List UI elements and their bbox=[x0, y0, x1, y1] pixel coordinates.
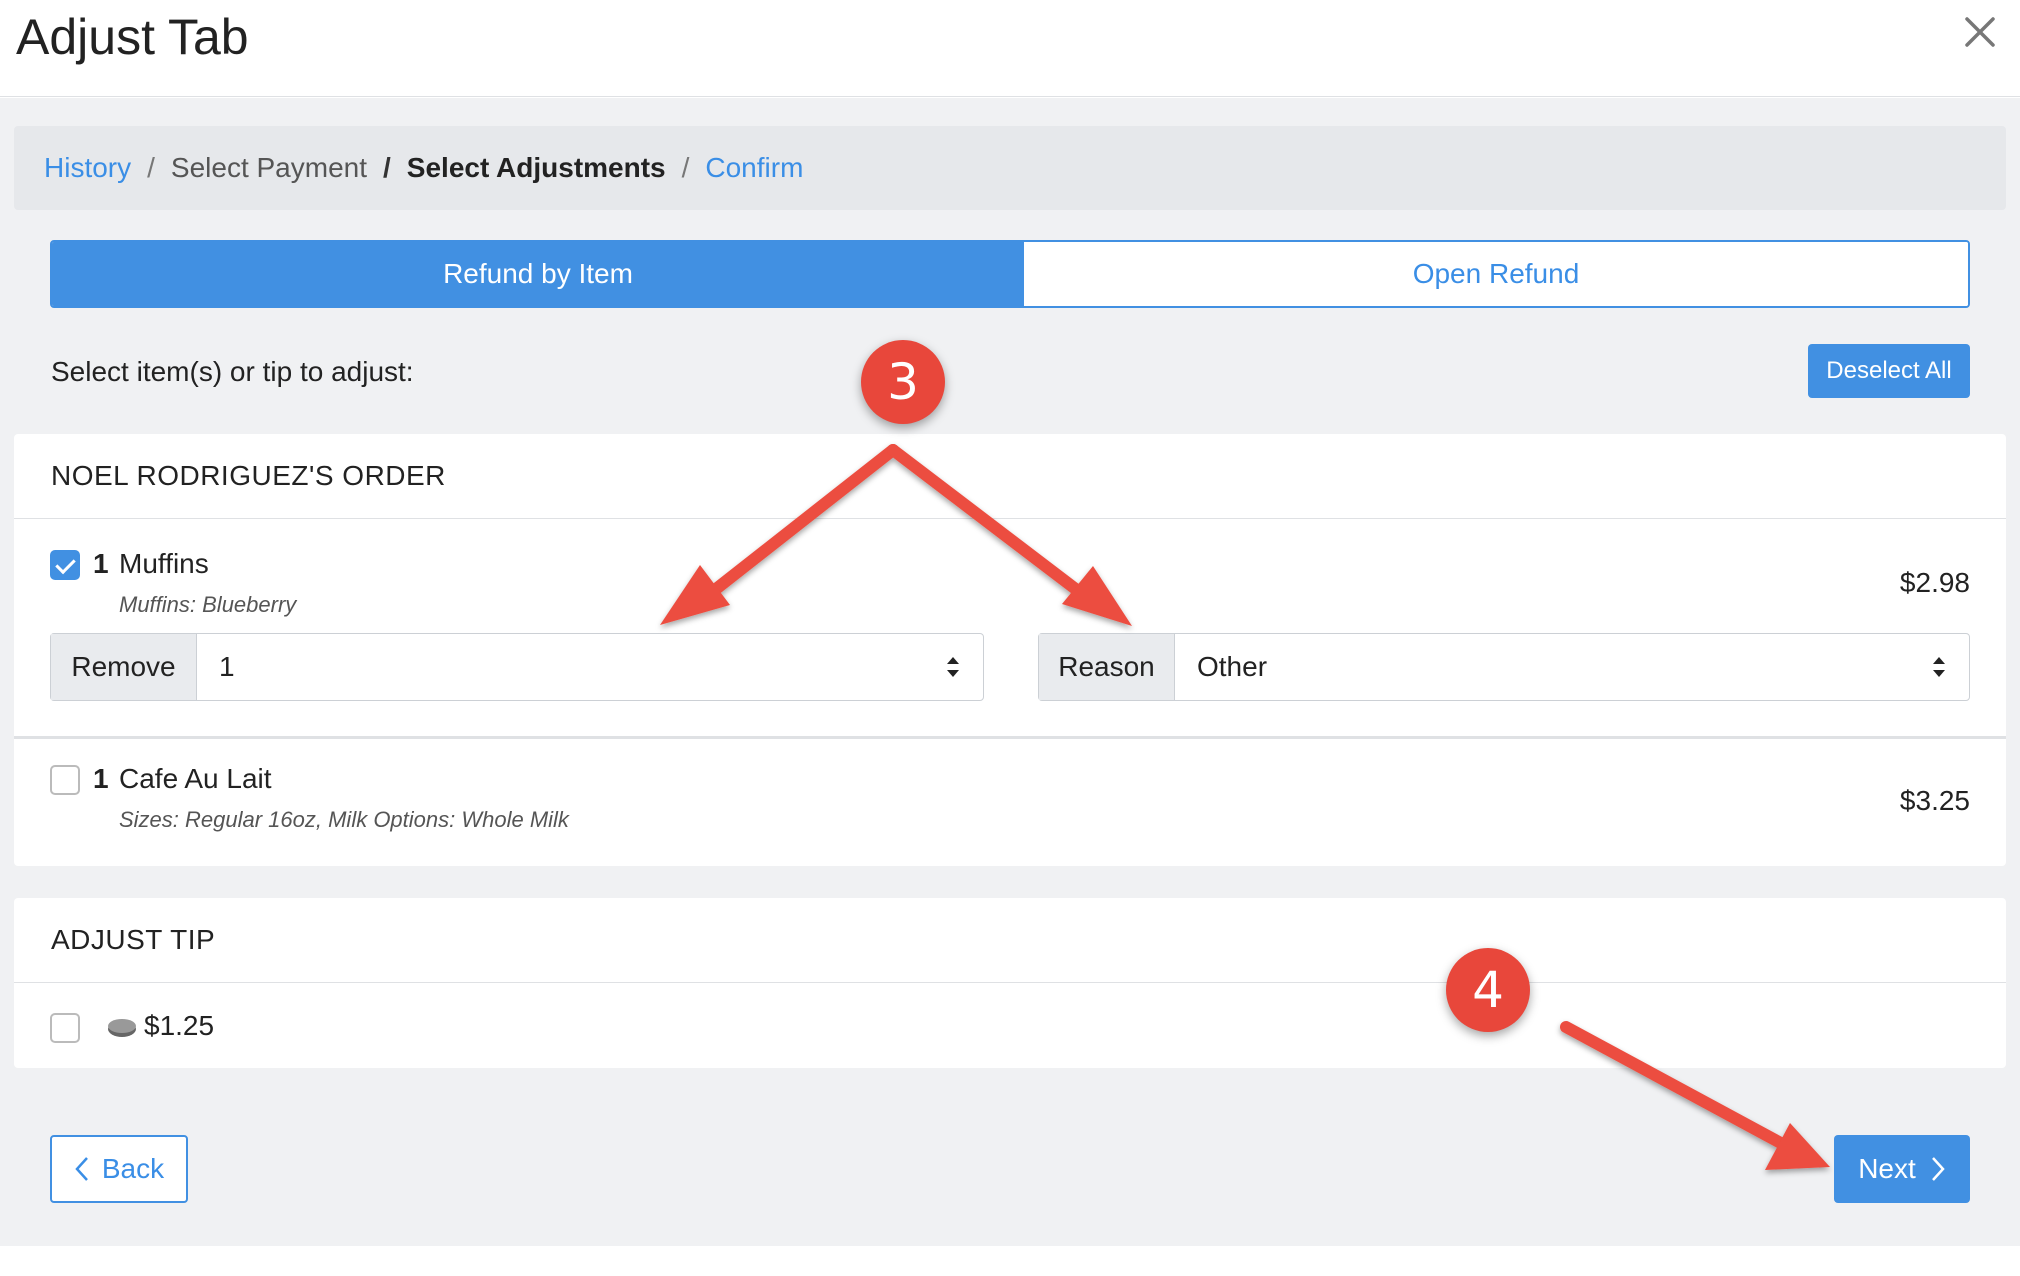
refund-type-tabs: Refund by Item Open Refund bbox=[50, 240, 1970, 308]
remove-label: Remove bbox=[51, 634, 197, 700]
breadcrumb-history[interactable]: History bbox=[44, 152, 131, 184]
breadcrumb-select-adjustments: Select Adjustments bbox=[406, 152, 666, 183]
order-item-row: 1 Muffins Muffins: Blueberry $2.98 Remov… bbox=[14, 519, 2006, 737]
breadcrumb-separator: / bbox=[681, 152, 690, 183]
select-items-prompt: Select item(s) or tip to adjust: bbox=[51, 356, 414, 387]
step-4-badge: 4 bbox=[1446, 948, 1530, 1032]
item-price: $3.25 bbox=[1899, 785, 1970, 816]
reason-group: Reason Other bbox=[1038, 633, 1970, 701]
remove-quantity-select[interactable]: 1 bbox=[197, 634, 983, 700]
item-quantity: 1 bbox=[93, 763, 109, 794]
adjust-tip-card: ADJUST TIP $1.25 bbox=[14, 898, 2006, 1068]
item-checkbox-cafe-au-lait[interactable] bbox=[50, 765, 80, 795]
modal-header: Adjust Tab bbox=[0, 0, 2020, 97]
breadcrumb-confirm[interactable]: Confirm bbox=[705, 152, 803, 184]
item-modifiers: Sizes: Regular 16oz, Milk Options: Whole… bbox=[119, 807, 569, 832]
close-icon[interactable] bbox=[1954, 6, 2006, 58]
select-arrows-icon bbox=[1933, 657, 1945, 677]
select-arrows-icon bbox=[947, 657, 959, 677]
breadcrumb-separator: / bbox=[147, 152, 155, 183]
next-label: Next bbox=[1858, 1153, 1916, 1184]
reason-label: Reason bbox=[1039, 634, 1175, 700]
breadcrumb-select-payment: Select Payment bbox=[170, 152, 368, 183]
coin-icon bbox=[108, 1019, 136, 1037]
reason-select[interactable]: Other bbox=[1175, 634, 1969, 700]
order-header: NOEL RODRIGUEZ'S ORDER bbox=[14, 434, 2006, 519]
back-button[interactable]: Back bbox=[50, 1135, 188, 1203]
breadcrumb-separator: / bbox=[383, 152, 391, 183]
tab-open-refund[interactable]: Open Refund bbox=[1024, 242, 1968, 306]
adjust-tip-header: ADJUST TIP bbox=[14, 898, 2006, 983]
order-card: NOEL RODRIGUEZ'S ORDER 1 Muffins Muffins… bbox=[14, 434, 2006, 866]
tip-checkbox[interactable] bbox=[50, 1013, 80, 1043]
deselect-all-button[interactable]: Deselect All bbox=[1808, 344, 1970, 398]
reason-value: Other bbox=[1197, 651, 1268, 682]
item-price: $2.98 bbox=[1899, 567, 1970, 598]
item-quantity: 1 bbox=[93, 548, 109, 579]
step-3-badge: 3 bbox=[861, 340, 945, 424]
remove-quantity-group: Remove 1 bbox=[50, 633, 984, 701]
modal-body: History / Select Payment / Select Adjust… bbox=[0, 98, 2020, 1246]
breadcrumb: History / Select Payment / Select Adjust… bbox=[14, 126, 2006, 210]
back-label: Back bbox=[101, 1153, 165, 1184]
next-button[interactable]: Next bbox=[1834, 1135, 1970, 1203]
tip-amount: $1.25 bbox=[144, 1010, 215, 1041]
tab-refund-by-item[interactable]: Refund by Item bbox=[52, 242, 1024, 306]
chevron-right-icon bbox=[1931, 1157, 1945, 1181]
item-name: Cafe Au Lait bbox=[119, 763, 272, 794]
item-name: Muffins bbox=[119, 548, 209, 579]
chevron-left-icon bbox=[75, 1157, 88, 1181]
modal-title: Adjust Tab bbox=[16, 9, 249, 65]
order-item-row: 1 Cafe Au Lait Sizes: Regular 16oz, Milk… bbox=[14, 739, 2006, 866]
item-modifiers: Muffins: Blueberry bbox=[119, 592, 297, 617]
remove-quantity-value: 1 bbox=[219, 651, 235, 682]
item-checkbox-muffins[interactable] bbox=[50, 550, 80, 580]
